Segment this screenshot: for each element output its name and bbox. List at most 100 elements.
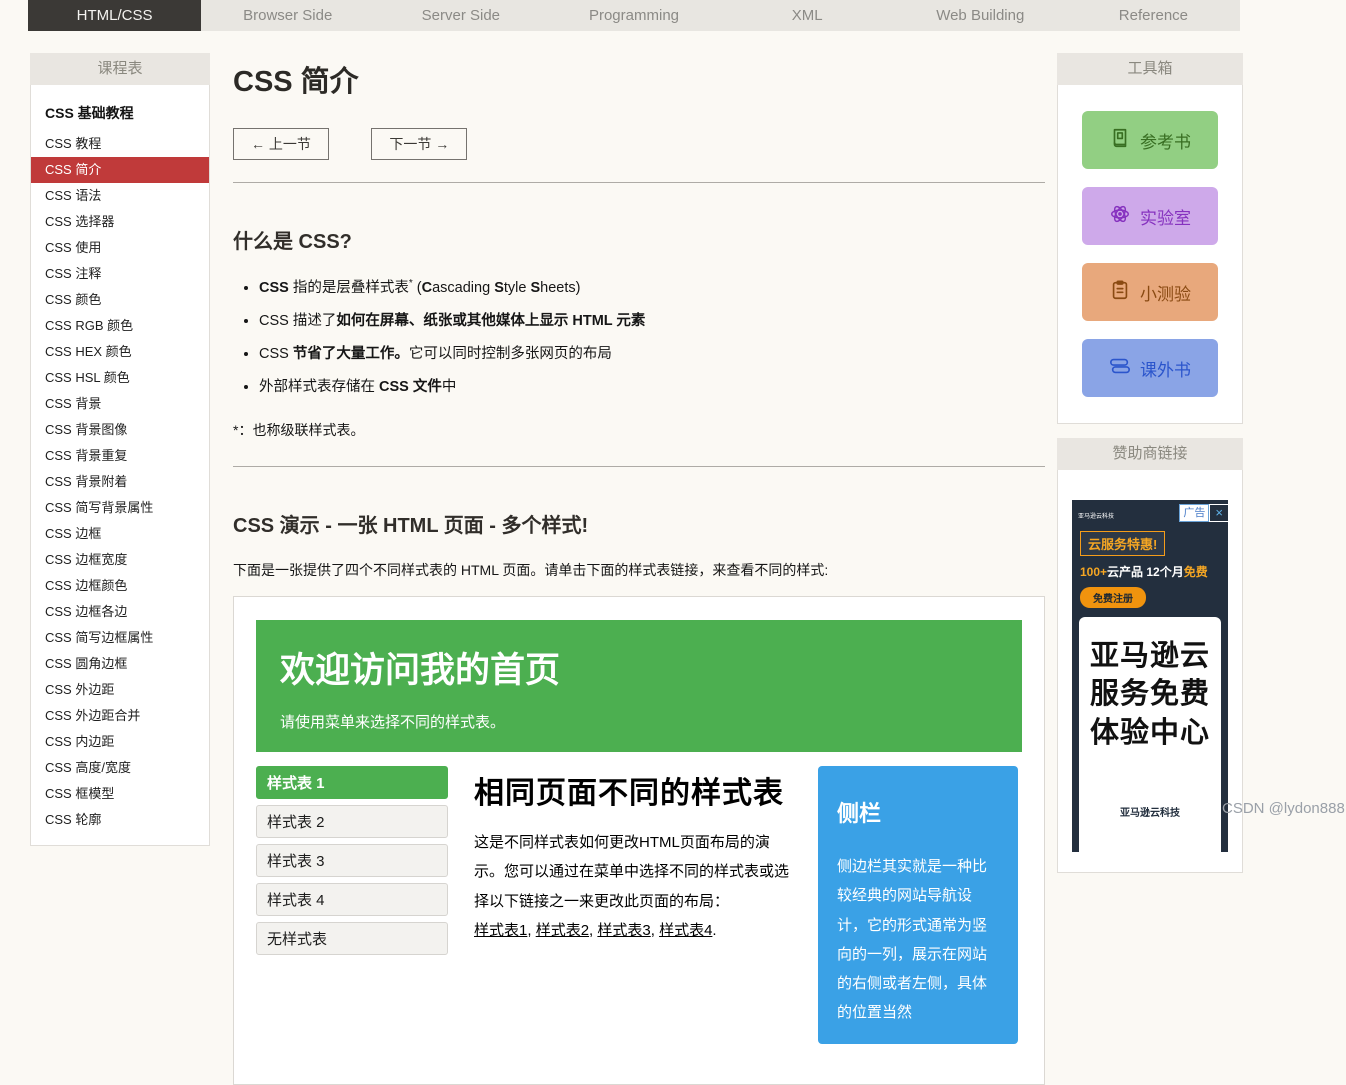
text-segment: CSS	[259, 346, 293, 362]
main-content: CSS 简介 ← 上一节 下一节 → 什么是 CSS? CSS 指的是层叠样式表…	[233, 48, 1045, 1085]
stylesheet-menu-item[interactable]: 无样式表	[256, 922, 448, 955]
demo-style-link[interactable]: 样式表3	[597, 922, 650, 939]
extra-books-button[interactable]: 课外书	[1082, 339, 1218, 397]
course-list-panel: CSS 基础教程 CSS 教程CSS 简介CSS 语法CSS 选择器CSS 使用…	[30, 85, 210, 846]
text-segment: CSS 描述了	[259, 313, 336, 329]
watermark: CSDN @lydon888	[1222, 800, 1345, 817]
demo-banner: 欢迎访问我的首页 请使用菜单来选择不同的样式表。	[256, 620, 1022, 752]
nav-tab[interactable]: XML	[721, 0, 894, 31]
course-list-item[interactable]: CSS 选择器	[31, 209, 209, 235]
sponsor-panel: 亚马逊云科技 广告 × 云服务特惠! 100+云产品 12个月免费 免费注册 亚…	[1057, 470, 1243, 873]
course-list-item[interactable]: CSS 简写背景属性	[31, 495, 209, 521]
course-list-item[interactable]: CSS 简介	[31, 157, 209, 183]
course-list-item[interactable]: CSS 注释	[31, 261, 209, 287]
next-section-button[interactable]: 下一节 →	[371, 128, 467, 160]
ad-headline: 亚马逊云服务免费体验中心	[1079, 637, 1221, 752]
nav-tab[interactable]: Browser Side	[201, 0, 374, 31]
course-list-item[interactable]: CSS 圆角边框	[31, 651, 209, 677]
atom-icon	[1109, 203, 1131, 230]
text-segment: heets)	[540, 280, 580, 296]
text-segment: CSS 文件	[379, 379, 442, 395]
stylesheet-menu-item[interactable]: 样式表 4	[256, 883, 448, 916]
top-nav: HTML/CSSBrowser SideServer SideProgrammi…	[28, 0, 1240, 31]
course-list-item[interactable]: CSS 高度/宽度	[31, 755, 209, 781]
ad-info-label[interactable]: 广告	[1179, 504, 1209, 522]
demo-article: 相同页面不同的样式表 这是不同样式表如何更改HTML页面布局的演示。您可以通过在…	[474, 766, 796, 1044]
ad-brand-logo: 亚马逊云科技	[1079, 804, 1221, 819]
course-list-item[interactable]: CSS 边框宽度	[31, 547, 209, 573]
demo-banner-title: 欢迎访问我的首页	[280, 642, 998, 693]
course-list-item[interactable]: CSS 轮廓	[31, 807, 209, 833]
stylesheet-menu-item[interactable]: 样式表 3	[256, 844, 448, 877]
ad-close-icon[interactable]: ×	[1209, 504, 1228, 522]
ad-register-button[interactable]: 免费注册	[1080, 587, 1146, 608]
course-list-item[interactable]: CSS 背景重复	[31, 443, 209, 469]
reference-book-button[interactable]: 参考书	[1082, 111, 1218, 169]
link-separator: .	[712, 922, 716, 939]
course-list-item[interactable]: CSS 教程	[31, 131, 209, 157]
course-list-item[interactable]: CSS 边框颜色	[31, 573, 209, 599]
demo-style-link[interactable]: 样式表1	[474, 922, 527, 939]
text-segment: C	[422, 280, 432, 296]
course-list-item[interactable]: CSS 语法	[31, 183, 209, 209]
course-list-item[interactable]: CSS 外边距	[31, 677, 209, 703]
nav-tab[interactable]: Programming	[547, 0, 720, 31]
nav-tab[interactable]: Server Side	[374, 0, 547, 31]
course-list-item[interactable]: CSS 内边距	[31, 729, 209, 755]
course-list-item[interactable]: CSS 使用	[31, 235, 209, 261]
course-list-item[interactable]: CSS 简写边框属性	[31, 625, 209, 651]
text-segment: 指的是层叠样式表	[289, 280, 409, 296]
demo-style-link[interactable]: 样式表4	[659, 922, 712, 939]
course-list-item[interactable]: CSS HSL 颜色	[31, 365, 209, 391]
text-segment: 100+	[1080, 565, 1107, 579]
course-list-item[interactable]: CSS 背景	[31, 391, 209, 417]
link-separator: ,	[589, 922, 597, 939]
demo-banner-subtitle: 请使用菜单来选择不同的样式表。	[280, 711, 998, 732]
link-wrap: 样式表2,	[536, 922, 598, 939]
ad-headline-line: 服务免费	[1079, 675, 1221, 713]
ad-banner[interactable]: 亚马逊云科技 广告 × 云服务特惠! 100+云产品 12个月免费 免费注册 亚…	[1072, 500, 1228, 852]
course-sidebar: 课程表 CSS 基础教程 CSS 教程CSS 简介CSS 语法CSS 选择器CS…	[30, 53, 210, 846]
demo-style-link[interactable]: 样式表2	[536, 922, 589, 939]
demo-article-text: 这是不同样式表如何更改HTML页面布局的演示。您可以通过在菜单中选择不同的样式表…	[474, 828, 796, 945]
clipboard-icon	[1109, 279, 1131, 306]
course-list-item[interactable]: CSS 背景图像	[31, 417, 209, 443]
course-list-item[interactable]: CSS 边框各边	[31, 599, 209, 625]
stylesheet-menu-item[interactable]: 样式表 1	[256, 766, 448, 799]
text-segment: 如何在屏幕、纸张或其他媒体上显示 HTML 元素	[336, 313, 645, 329]
divider	[233, 466, 1045, 467]
lab-button[interactable]: 实验室	[1082, 187, 1218, 245]
text-segment: 它可以同时控制多张网页的布局	[409, 346, 612, 362]
ad-headline-line: 体验中心	[1079, 714, 1221, 752]
nav-tab[interactable]: HTML/CSS	[28, 0, 201, 31]
book-icon	[1109, 127, 1131, 154]
toolbox-button-label: 参考书	[1140, 128, 1191, 153]
nav-tab[interactable]: Web Building	[894, 0, 1067, 31]
demo-sidebar: 侧栏 侧边栏其实就是一种比较经典的网站导航设计，它的形式通常为竖向的一列，展示在…	[818, 766, 1018, 1044]
demo-sidebar-text: 侧边栏其实就是一种比较经典的网站导航设计，它的形式通常为竖向的一列，展示在网站的…	[837, 852, 999, 1028]
ad-promo-badge: 云服务特惠!	[1080, 531, 1165, 556]
text-segment: (	[413, 280, 422, 296]
link-wrap: 样式表1,	[474, 922, 536, 939]
course-list-item[interactable]: CSS HEX 颜色	[31, 339, 209, 365]
stylesheet-menu-item[interactable]: 样式表 2	[256, 805, 448, 838]
course-list-item[interactable]: CSS 边框	[31, 521, 209, 547]
course-list-item[interactable]: CSS 背景附着	[31, 469, 209, 495]
text-segment: tyle	[504, 280, 531, 296]
text-segment: CSS	[259, 280, 289, 296]
css-fact-item: 外部样式表存储在 CSS 文件中	[259, 375, 1045, 396]
prev-section-button[interactable]: ← 上一节	[233, 128, 329, 160]
course-list-item[interactable]: CSS RGB 颜色	[31, 313, 209, 339]
course-list-item[interactable]: CSS 框模型	[31, 781, 209, 807]
css-fact-item: CSS 描述了如何在屏幕、纸张或其他媒体上显示 HTML 元素	[259, 309, 1045, 330]
quiz-button[interactable]: 小测验	[1082, 263, 1218, 321]
course-list-item[interactable]: CSS 颜色	[31, 287, 209, 313]
nav-tab[interactable]: Reference	[1067, 0, 1240, 31]
what-is-css-heading: 什么是 CSS?	[233, 225, 1045, 254]
text-segment: ascading	[432, 280, 494, 296]
ad-controls: 广告 ×	[1179, 504, 1228, 522]
text-segment: S	[494, 280, 504, 296]
pager: ← 上一节 下一节 →	[233, 128, 1045, 160]
course-list-item[interactable]: CSS 外边距合并	[31, 703, 209, 729]
toolbox-panel: 参考书 实验室 小测验 课外书	[1057, 85, 1243, 424]
